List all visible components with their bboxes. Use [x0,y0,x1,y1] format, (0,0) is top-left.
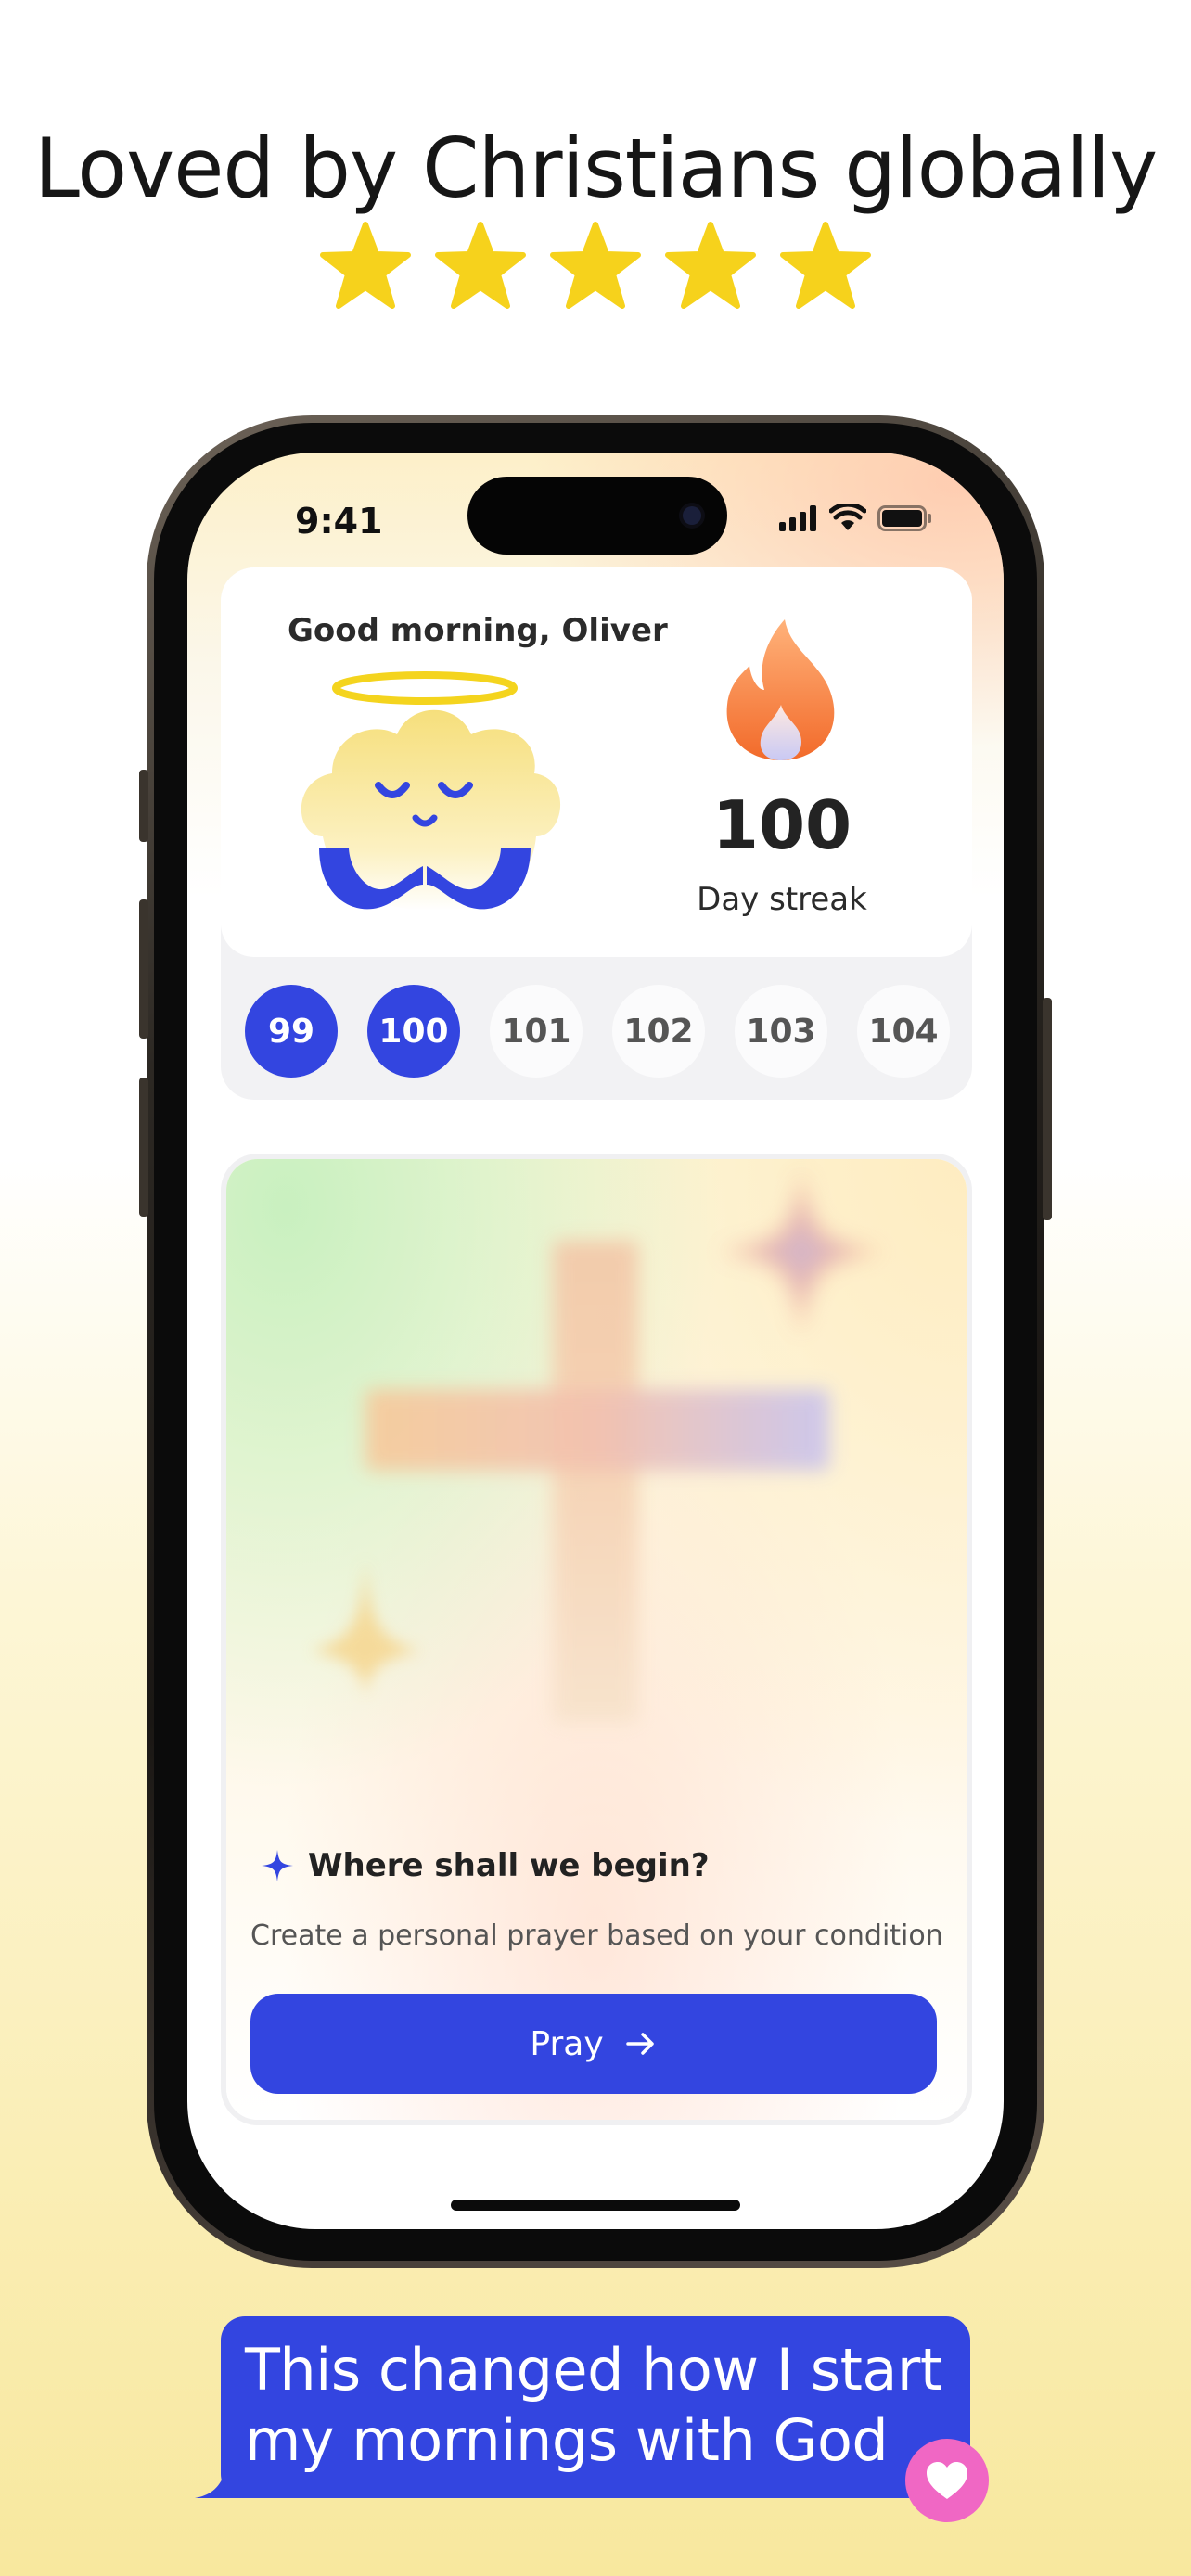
status-icons [779,504,933,532]
home-indicator[interactable] [451,2200,740,2211]
headline: Loved by Christians globally [33,121,1158,216]
front-camera-icon [683,506,701,525]
star-icon [780,222,871,309]
cellular-signal-icon [779,505,816,531]
streak-label: Day streak [697,881,867,918]
heart-icon [927,2462,967,2499]
greeting-text: Good morning, Oliver [288,612,668,649]
testimonial-bubble: This changed how I start my mornings wit… [221,2316,970,2498]
streak-card: Good morning, Oliver 100 Day streak [221,567,972,957]
streak-count: 100 [711,786,852,864]
prayer-card: Where shall we begin? Create a personal … [221,1154,972,2125]
streak-day[interactable]: 104 [857,985,950,1078]
streak-day[interactable]: 102 [612,985,705,1078]
streak-day[interactable]: 99 [245,985,338,1078]
star-icon [435,222,526,309]
status-time: 9:41 [295,501,383,542]
sparkle-icon [262,1850,293,1881]
app-screen: 9:41 Good morning, Oliver 100 Day streak… [187,453,1004,2229]
testimonial-line: This changed how I start [245,2336,942,2404]
wifi-icon [829,504,866,530]
streak-day[interactable]: 100 [367,985,460,1078]
streak-widget: Good morning, Oliver 100 Day streak 99 1… [221,567,972,1100]
cross-vertical-beam [553,1241,638,1723]
star-icon [320,222,411,309]
arrow-right-icon [625,2033,654,2055]
cross-horizontal-beam [365,1389,829,1471]
sparkle-icon [310,1558,421,1697]
pray-button[interactable]: Pray [250,1994,937,2094]
testimonial-line: my mornings with God [245,2406,889,2474]
heart-reaction [905,2439,989,2522]
phone-volume-up-button [139,899,148,1039]
flame-icon [726,619,835,760]
streak-day[interactable]: 101 [490,985,583,1078]
prayer-heading: Where shall we begin? [262,1847,710,1884]
sparkle-icon [718,1168,885,1335]
cross-illustration [226,1159,967,2120]
phone-volume-down-button [139,1078,148,1217]
phone-power-button [1043,998,1052,1220]
star-icon [550,222,641,309]
pray-button-label: Pray [530,2024,604,2063]
streak-day[interactable]: 103 [735,985,827,1078]
phone-side-button [139,770,148,842]
prayer-subtitle: Create a personal prayer based on your c… [250,1919,943,1952]
rating-stars [0,221,1191,313]
praying-cloud-mascot-icon [301,671,561,911]
dynamic-island [467,477,727,555]
prayer-title: Where shall we begin? [308,1847,710,1884]
battery-icon [877,505,931,531]
star-icon [665,222,756,309]
streak-days-row: 99 100 101 102 103 104 [245,985,950,1078]
